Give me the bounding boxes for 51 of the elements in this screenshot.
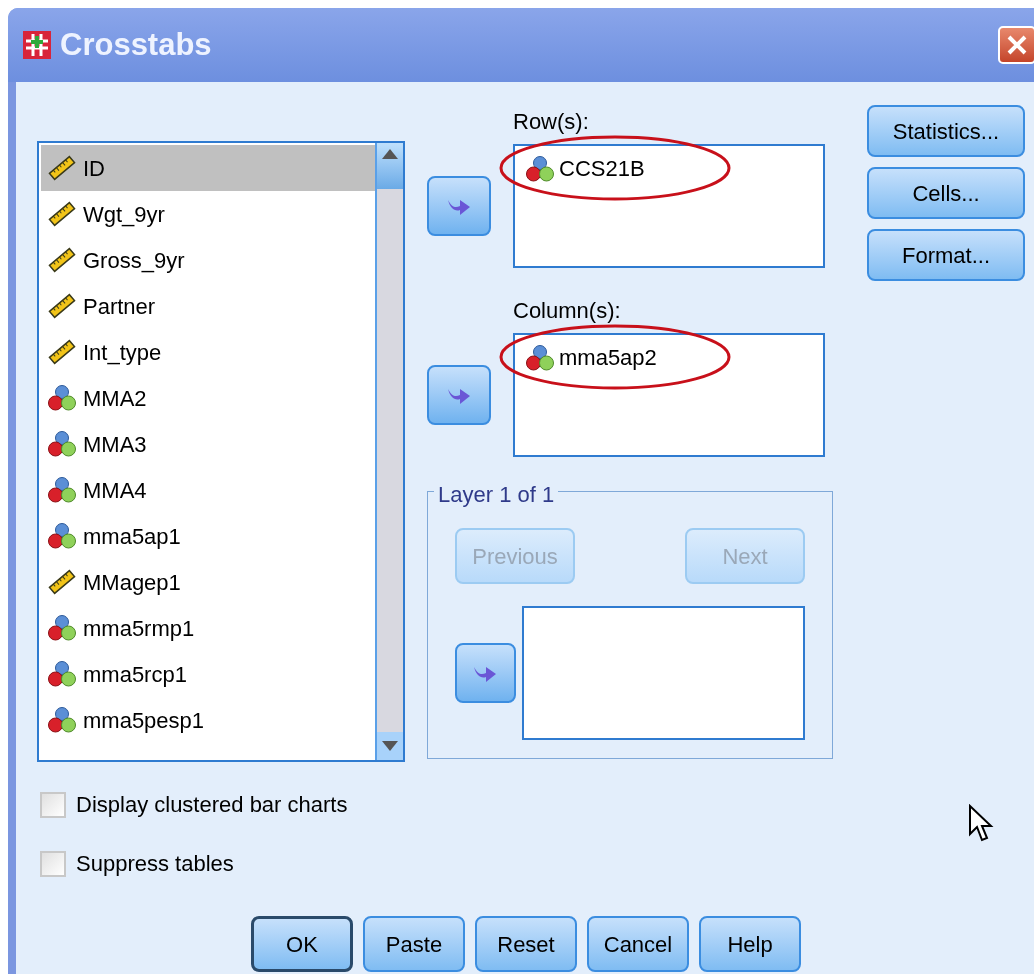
window-title: Crosstabs [60, 25, 212, 64]
checkbox[interactable] [40, 850, 66, 877]
variable-item[interactable]: mma5rcp1 [41, 651, 375, 697]
mouse-cursor-icon [968, 804, 994, 844]
dialog-button[interactable]: Cancel [587, 916, 689, 972]
dialog-button[interactable]: Paste [363, 916, 465, 972]
list-label: Column(s): [513, 297, 622, 325]
move-arrow-button[interactable] [455, 643, 516, 703]
checkbox[interactable] [40, 791, 66, 818]
close-icon [1006, 34, 1028, 56]
nominal-variable-icon [47, 614, 77, 642]
nominal-variable-icon [47, 522, 77, 550]
nominal-variable-icon [47, 384, 77, 412]
variable-item[interactable]: Wgt_9yr [41, 191, 375, 237]
scroll-down-icon[interactable] [382, 741, 398, 751]
variable-item[interactable]: Partner [41, 283, 375, 329]
nominal-variable-icon [47, 706, 77, 734]
nominal-variable-icon [47, 476, 77, 504]
variable-item[interactable]: Int_type [41, 329, 375, 375]
variable-target-list[interactable]: mma5ap2 [513, 333, 825, 457]
nominal-variable-icon [47, 660, 77, 688]
move-arrow-button[interactable] [427, 365, 491, 425]
list-label: Row(s): [513, 108, 590, 136]
dialog-button[interactable]: Help [699, 916, 801, 972]
dialog-button[interactable]: Cells... [867, 167, 1025, 219]
variable-item[interactable]: MMA3 [41, 421, 375, 467]
layer-variable-list[interactable] [521, 606, 805, 740]
checkbox-label: Suppress tables [76, 850, 234, 878]
scrollbar[interactable] [375, 143, 403, 760]
dialog-button[interactable]: OK [251, 916, 353, 972]
variable-item[interactable]: ID [41, 145, 375, 191]
dialog-button[interactable]: Reset [475, 916, 577, 972]
variable-item[interactable]: mma5ap1 [41, 513, 375, 559]
variable-item[interactable]: MMagep1 [41, 559, 375, 605]
variable-item[interactable]: MMA4 [41, 467, 375, 513]
variable-source-list[interactable]: ID Wgt_9yr Gross_9yr Partner Int_type MMA2 MMA3 MMA4 mma5ap1 MMagep1 mma5rmp1 mma5rcp1 mma5pesp1 [37, 141, 405, 762]
variable-item[interactable]: Gross_9yr [41, 237, 375, 283]
variable-item[interactable]: MMA2 [41, 375, 375, 421]
close-button[interactable] [998, 26, 1034, 64]
move-arrow-button[interactable] [427, 176, 491, 236]
variable-item[interactable]: mma5rmp1 [41, 605, 375, 651]
nominal-variable-icon [525, 343, 555, 372]
nominal-variable-icon [47, 430, 77, 458]
variable-target-list[interactable]: CCS21B [513, 144, 825, 268]
scroll-up-icon[interactable] [382, 149, 398, 159]
dialog-button[interactable]: Format... [867, 229, 1025, 281]
dialog-button[interactable]: Statistics... [867, 105, 1025, 157]
table-icon [22, 30, 52, 60]
variable-item[interactable]: mma5pesp1 [41, 697, 375, 743]
checkbox-label: Display clustered bar charts [76, 791, 348, 819]
nominal-variable-icon [525, 154, 555, 183]
